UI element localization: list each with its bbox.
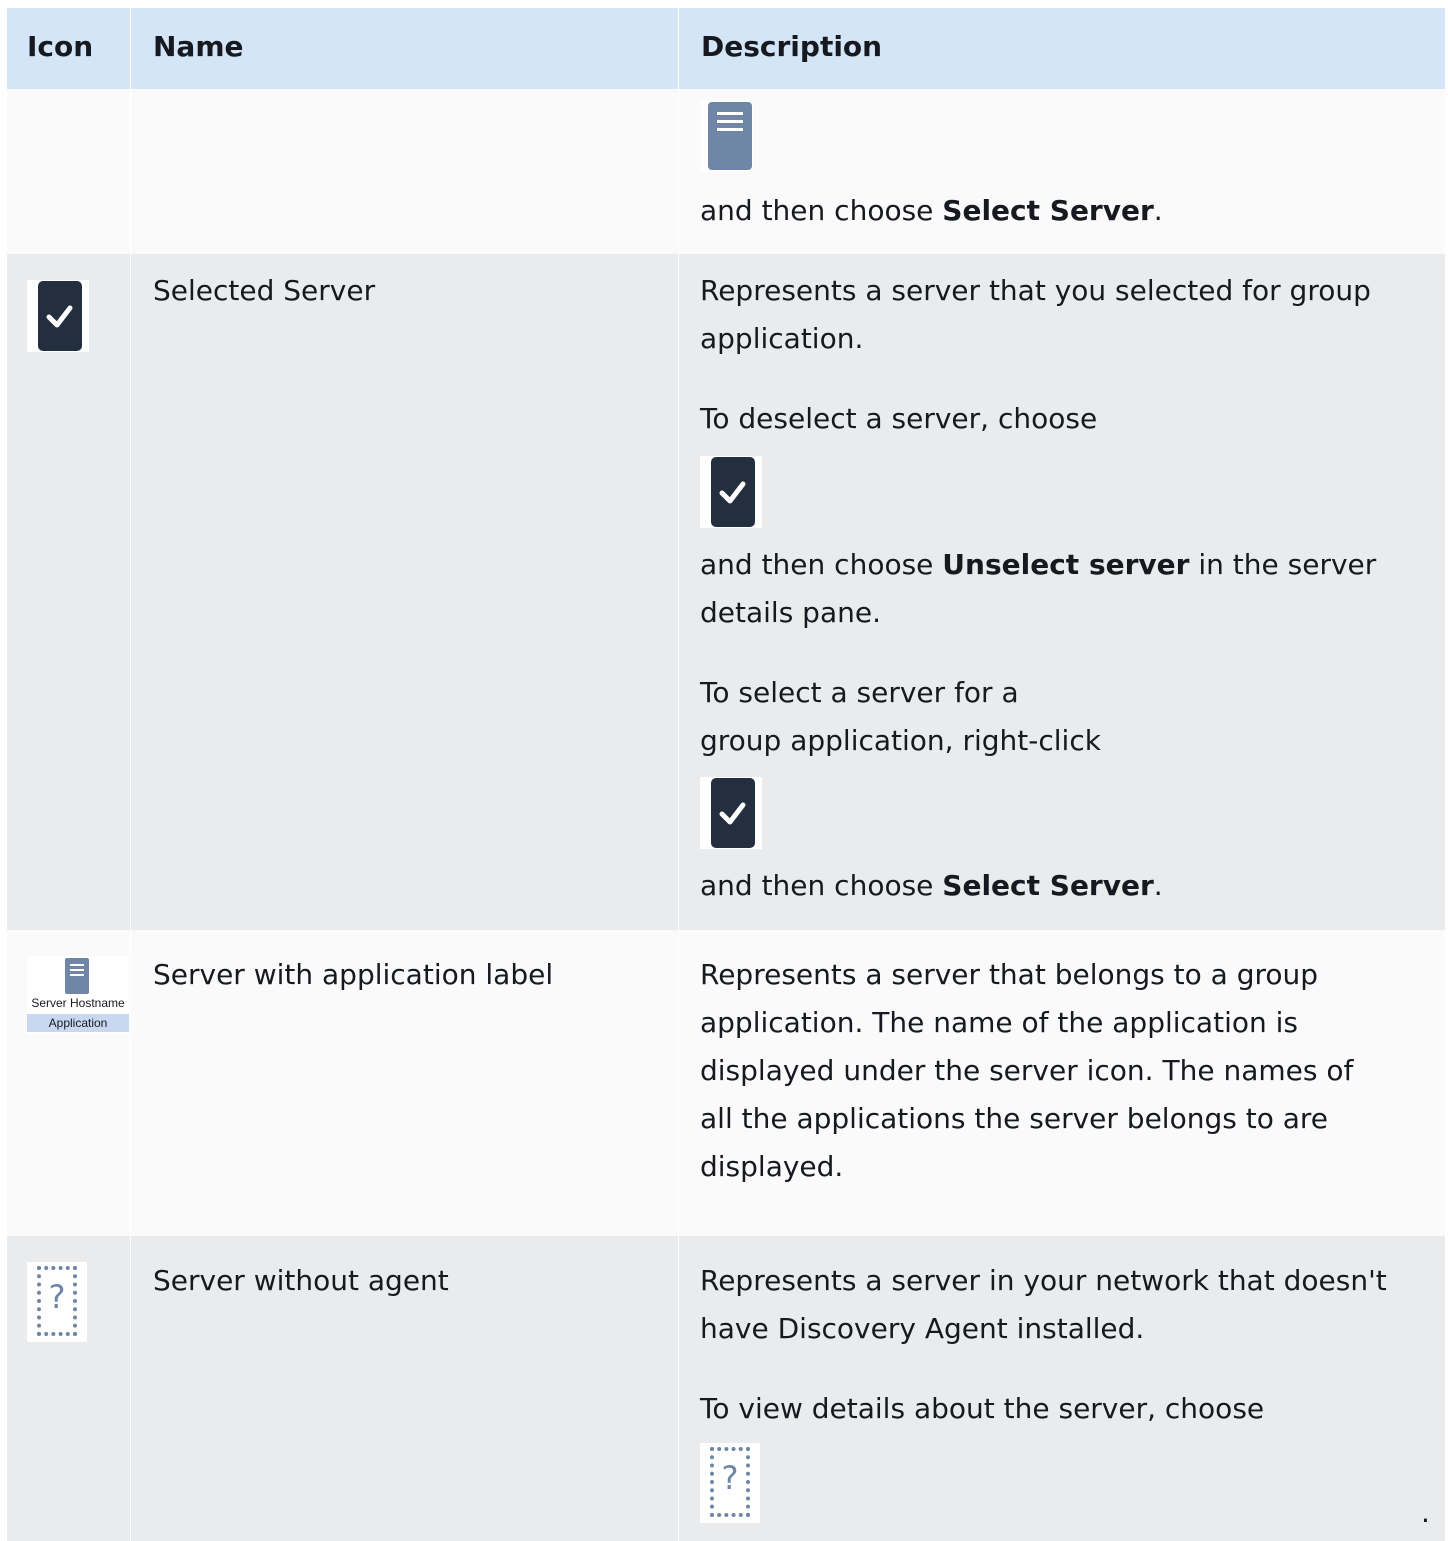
checked-server-icon — [27, 280, 89, 352]
icons-table: Icon Name Description and then choose Se… — [7, 8, 1445, 1541]
description-text: Represents a server that belongs to a gr… — [700, 958, 1319, 991]
column-divider — [678, 930, 679, 1236]
icon-cell: Server Hostname Application — [7, 930, 130, 1236]
description-text: . — [1421, 1496, 1430, 1529]
icon-cell: ? — [7, 1236, 130, 1541]
description-text: and then choose Unselect server in the s… — [700, 548, 1377, 581]
server-icon — [701, 100, 753, 172]
server-without-agent-icon: ? — [27, 1262, 87, 1342]
description-text: have Discovery Agent installed. — [700, 1312, 1145, 1345]
description-cell: Represents a server that belongs to a gr… — [679, 930, 1445, 1236]
icon-cell — [7, 254, 130, 930]
icon-application-label: Application — [27, 1014, 129, 1032]
name-cell: Server with application label — [131, 930, 678, 1236]
description-text: all the applications the server belongs … — [700, 1102, 1329, 1135]
description-cell: Represents a server that you selected fo… — [679, 254, 1445, 930]
description-text: Represents a server that you selected fo… — [700, 274, 1371, 307]
icon-cell — [7, 89, 130, 254]
header-description: Description — [701, 30, 883, 63]
description-text: displayed under the server icon. The nam… — [700, 1054, 1354, 1087]
server-without-agent-icon: ? — [700, 1443, 760, 1523]
name-cell — [131, 89, 678, 254]
column-divider — [678, 254, 679, 930]
header-name: Name — [153, 30, 244, 63]
table-row: ? Server without agent Represents a serv… — [7, 1236, 1445, 1541]
table-header: Icon Name Description — [7, 8, 1445, 89]
description-cell: Represents a server in your network that… — [679, 1236, 1445, 1541]
column-divider — [678, 1236, 679, 1541]
table-row: Selected Server Represents a server that… — [7, 254, 1445, 930]
column-divider — [130, 89, 131, 254]
emphasis: Select Server — [942, 194, 1154, 227]
emphasis: Select Server — [942, 869, 1154, 902]
column-divider — [678, 8, 679, 89]
icon-hostname-text: Server Hostname — [31, 996, 125, 1010]
description-cell: and then choose Select Server. — [679, 89, 1445, 254]
table-row: and then choose Select Server. — [7, 89, 1445, 254]
column-divider — [130, 1236, 131, 1541]
description-text: group application, right-click — [700, 724, 1101, 757]
header-icon: Icon — [27, 30, 94, 63]
table-row: Server Hostname Application Server with … — [7, 930, 1445, 1236]
name-cell: Selected Server — [131, 254, 678, 930]
checked-server-icon — [700, 777, 762, 849]
description-text: application. — [700, 322, 864, 355]
description-text: and then choose Select Server. — [700, 869, 1163, 902]
name-cell: Server without agent — [131, 1236, 678, 1541]
column-divider — [678, 89, 679, 254]
column-divider — [130, 254, 131, 930]
description-text: To select a server for a — [700, 676, 1019, 709]
description-text: application. The name of the application… — [700, 1006, 1298, 1039]
description-text: Represents a server in your network that… — [700, 1264, 1387, 1297]
description-text: details pane. — [700, 596, 881, 629]
server-with-application-label-icon: Server Hostname Application — [27, 956, 129, 1034]
checked-server-icon — [700, 456, 762, 528]
emphasis: Unselect server — [942, 548, 1190, 581]
item-name: Selected Server — [153, 274, 376, 307]
item-name: Server with application label — [153, 958, 554, 991]
description-text: To view details about the server, choose — [700, 1392, 1265, 1425]
description-text: displayed. — [700, 1150, 844, 1183]
item-name: Server without agent — [153, 1264, 449, 1297]
description-text: and then choose Select Server. — [700, 194, 1163, 227]
column-divider — [130, 930, 131, 1236]
column-divider — [130, 8, 131, 89]
description-text: To deselect a server, choose — [700, 402, 1098, 435]
